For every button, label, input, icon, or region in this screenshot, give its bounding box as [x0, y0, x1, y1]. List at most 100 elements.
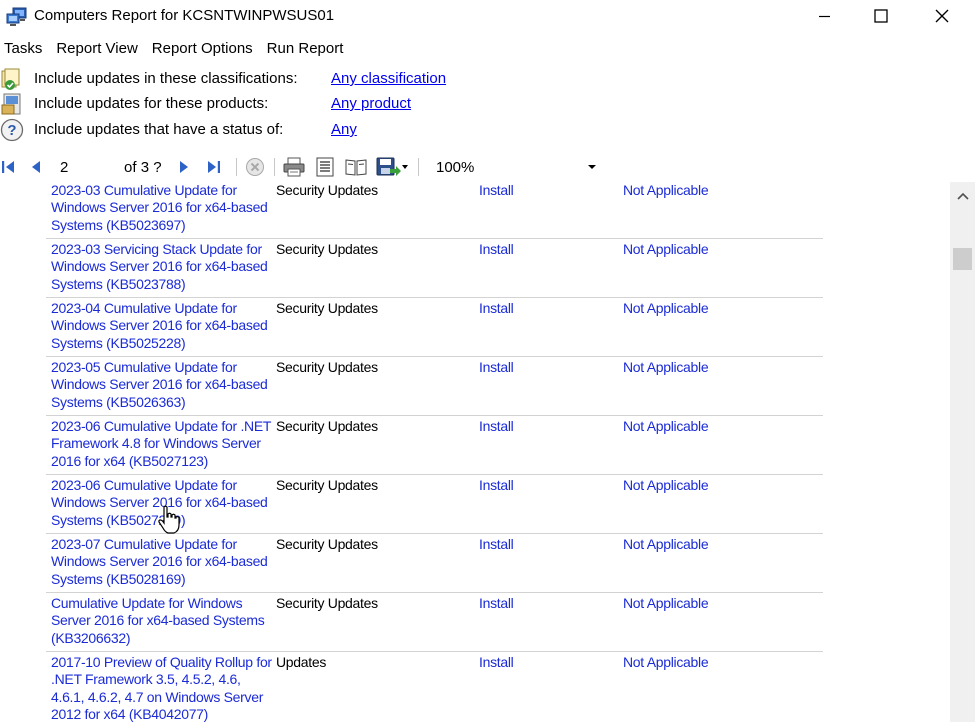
chevron-down-icon — [588, 165, 596, 169]
maximize-icon — [874, 9, 888, 23]
classification-cell: Security Updates — [276, 241, 378, 257]
last-page-icon — [208, 161, 220, 173]
printer-icon — [283, 157, 305, 177]
classification-cell: Security Updates — [276, 477, 378, 493]
print-button[interactable] — [282, 157, 306, 177]
table-row: 2023-03 Cumulative Update for Windows Se… — [46, 182, 823, 239]
status-link[interactable]: Not Applicable — [623, 359, 709, 376]
wsus-computers-icon — [6, 7, 27, 26]
svg-text:?: ? — [7, 122, 16, 139]
zoom-dropdown[interactable]: 100% — [430, 156, 602, 178]
table-row: 2017-10 Preview of Quality Rollup for .N… — [46, 652, 823, 722]
table-row: 2023-06 Cumulative Update for .NET Frame… — [46, 416, 823, 475]
status-link[interactable]: Not Applicable — [623, 654, 709, 671]
approval-link[interactable]: Install — [479, 477, 514, 494]
status-link[interactable]: Not Applicable — [623, 182, 709, 199]
filter-product: Include updates for these products: Any … — [0, 92, 975, 116]
filter-classification-label: Include updates in these classifications… — [34, 70, 298, 87]
classification-cell: Security Updates — [276, 418, 378, 434]
first-page-icon — [2, 161, 14, 173]
scroll-up-button[interactable] — [950, 182, 975, 210]
status-link[interactable]: Not Applicable — [623, 418, 709, 435]
update-title-link[interactable]: Cumulative Update for Windows Server 201… — [51, 595, 273, 647]
toolbar-separator — [418, 158, 419, 176]
report-viewer: 2023-03 Cumulative Update for Windows Se… — [0, 182, 950, 722]
approval-link[interactable]: Install — [479, 654, 514, 671]
update-title-link[interactable]: 2023-06 Cumulative Update for .NET Frame… — [51, 418, 273, 470]
classification-cell: Security Updates — [276, 182, 378, 198]
approval-link[interactable]: Install — [479, 359, 514, 376]
table-row: 2023-05 Cumulative Update for Windows Se… — [46, 357, 823, 416]
approval-link[interactable]: Install — [479, 300, 514, 317]
product-icon — [1, 93, 21, 115]
classification-cell: Security Updates — [276, 300, 378, 316]
page-setup-icon — [345, 159, 367, 176]
status-link[interactable]: Not Applicable — [623, 300, 709, 317]
chevron-up-icon — [956, 192, 969, 200]
menu-bar: Tasks Report View Report Options Run Rep… — [0, 36, 975, 62]
print-layout-button[interactable] — [313, 157, 337, 177]
filter-status: ? Include updates that have a status of:… — [0, 118, 975, 142]
toolbar-separator — [236, 158, 237, 176]
vertical-scrollbar[interactable] — [950, 182, 975, 722]
title-bar: Computers Report for KCSNTWINPWSUS01 — [0, 0, 975, 34]
minimize-icon — [819, 15, 830, 18]
approval-link[interactable]: Install — [479, 536, 514, 553]
close-button[interactable] — [912, 0, 972, 32]
filter-product-label: Include updates for these products: — [34, 95, 269, 112]
update-title-link[interactable]: 2023-05 Cumulative Update for Windows Se… — [51, 359, 273, 411]
menu-run-report[interactable]: Run Report — [262, 36, 349, 62]
previous-page-icon — [32, 161, 40, 173]
table-row: 2023-04 Cumulative Update for Windows Se… — [46, 298, 823, 357]
hand-cursor-icon — [158, 505, 180, 534]
classification-icon — [1, 68, 20, 90]
classification-cell: Updates — [276, 654, 327, 670]
window-title: Computers Report for KCSNTWINPWSUS01 — [34, 7, 335, 24]
product-link[interactable]: Any product — [331, 95, 411, 112]
filter-classification: Include updates in these classifications… — [0, 67, 975, 91]
menu-report-options[interactable]: Report Options — [147, 36, 258, 62]
first-page-button[interactable] — [0, 157, 16, 177]
status-link[interactable]: Not Applicable — [623, 477, 709, 494]
update-title-link[interactable]: 2023-04 Cumulative Update for Windows Se… — [51, 300, 273, 352]
table-row: Cumulative Update for Windows Server 201… — [46, 593, 823, 652]
minimize-button[interactable] — [795, 0, 855, 32]
classification-cell: Security Updates — [276, 359, 378, 375]
approval-link[interactable]: Install — [479, 595, 514, 612]
page-setup-button[interactable] — [344, 157, 368, 177]
export-button[interactable] — [375, 157, 409, 177]
filter-status-label: Include updates that have a status of: — [34, 121, 284, 138]
classification-link[interactable]: Any classification — [331, 70, 446, 87]
report-toolbar: of 3 ? 100% — [0, 154, 975, 180]
status-link[interactable]: Not Applicable — [623, 536, 709, 553]
menu-tasks[interactable]: Tasks — [0, 36, 47, 62]
print-layout-icon — [316, 157, 334, 177]
update-list: 2023-03 Cumulative Update for Windows Se… — [46, 182, 823, 722]
help-question-icon: ? — [0, 118, 24, 142]
update-title-link[interactable]: 2017-10 Preview of Quality Rollup for .N… — [51, 654, 273, 722]
stop-icon — [246, 158, 264, 176]
approval-link[interactable]: Install — [479, 241, 514, 258]
update-title-link[interactable]: 2023-07 Cumulative Update for Windows Se… — [51, 536, 273, 588]
maximize-button[interactable] — [851, 0, 911, 32]
menu-report-view[interactable]: Report View — [51, 36, 142, 62]
update-title-link[interactable]: 2023-03 Cumulative Update for Windows Se… — [51, 182, 273, 234]
approval-link[interactable]: Install — [479, 418, 514, 435]
status-link[interactable]: Not Applicable — [623, 241, 709, 258]
save-export-icon — [376, 157, 408, 176]
status-link[interactable]: Not Applicable — [623, 595, 709, 612]
status-link[interactable]: Any — [331, 121, 357, 138]
previous-page-button[interactable] — [28, 157, 44, 177]
page-number-input[interactable] — [52, 156, 116, 178]
update-title-link[interactable]: 2023-03 Servicing Stack Update for Windo… — [51, 241, 273, 293]
next-page-button[interactable] — [176, 157, 192, 177]
scroll-thumb[interactable] — [953, 248, 972, 270]
classification-cell: Security Updates — [276, 536, 378, 552]
approval-link[interactable]: Install — [479, 182, 514, 199]
stop-button[interactable] — [244, 157, 266, 177]
close-icon — [935, 9, 949, 23]
last-page-button[interactable] — [205, 157, 223, 177]
classification-cell: Security Updates — [276, 595, 378, 611]
table-row: 2023-07 Cumulative Update for Windows Se… — [46, 534, 823, 593]
zoom-value: 100% — [436, 159, 475, 176]
